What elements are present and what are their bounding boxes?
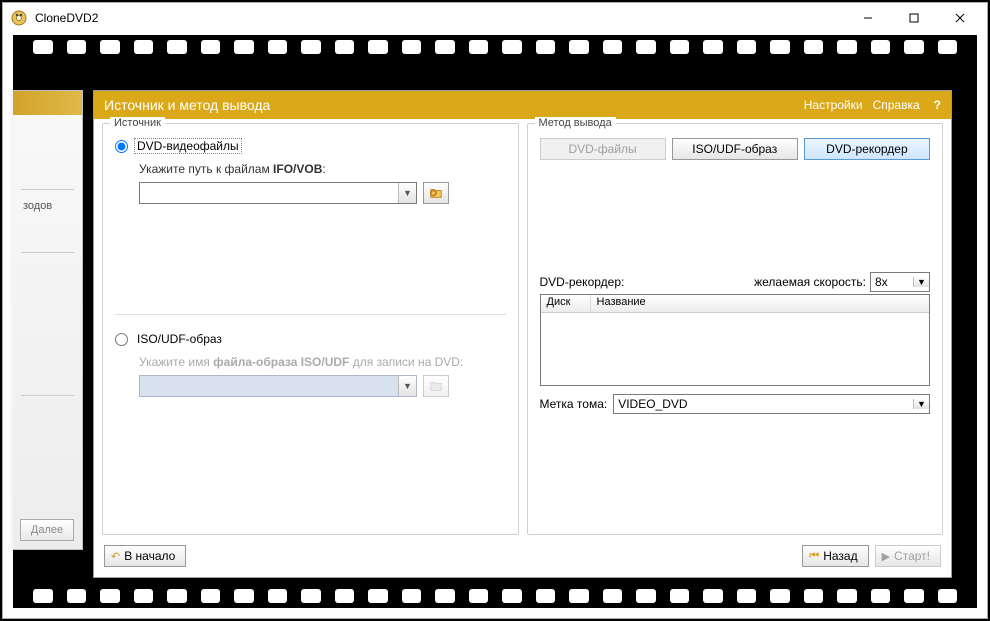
tab-dvd-recorder[interactable]: DVD-рекордер bbox=[804, 138, 930, 160]
film-frame: зодов Далее Источник и метод вывода Наст… bbox=[13, 35, 977, 608]
app-icon bbox=[11, 10, 27, 26]
browse-iso-button bbox=[423, 375, 449, 397]
radio-iso[interactable] bbox=[115, 333, 128, 346]
titlebar: CloneDVD2 bbox=[3, 3, 987, 33]
wizard-header: Источник и метод вывода Настройки Справк… bbox=[94, 91, 951, 119]
speed-value: 8x bbox=[871, 275, 913, 289]
settings-link[interactable]: Настройки bbox=[804, 98, 863, 112]
play-icon: ▶ bbox=[882, 550, 890, 563]
radio-dvd-files-label[interactable]: DVD-видеофайлы bbox=[134, 138, 242, 154]
start-button: ▶ Старт! bbox=[875, 545, 941, 567]
browse-dvd-files-button[interactable] bbox=[423, 182, 449, 204]
begin-button[interactable]: ↶ В начало bbox=[104, 545, 186, 567]
close-button[interactable] bbox=[937, 3, 983, 33]
volume-value: VIDEO_DVD bbox=[614, 397, 913, 411]
hint-iso: Укажите имя файла-образа ISO/UDF для зап… bbox=[139, 355, 506, 369]
next-button-behind: Далее bbox=[20, 519, 74, 541]
wizard-title: Источник и метод вывода bbox=[104, 97, 270, 113]
undo-arrow-icon: ↶ bbox=[111, 550, 120, 563]
help-link[interactable]: Справка bbox=[873, 98, 920, 112]
dropdown-arrow-icon[interactable]: ▼ bbox=[913, 277, 929, 287]
iso-path-combo: ▼ bbox=[139, 375, 417, 397]
wizard-card-main: Источник и метод вывода Настройки Справк… bbox=[93, 90, 952, 578]
back-card-text: зодов bbox=[13, 196, 82, 216]
recorder-table[interactable]: Диск Название bbox=[540, 294, 931, 386]
dvd-files-path-combo[interactable]: ▼ bbox=[139, 182, 417, 204]
skip-back-icon: ⏮ bbox=[809, 550, 819, 563]
output-legend: Метод вывода bbox=[535, 117, 616, 129]
back-button[interactable]: ⏮ Назад bbox=[802, 545, 868, 567]
minimize-button[interactable] bbox=[845, 3, 891, 33]
wizard-card-behind: зодов Далее bbox=[13, 90, 83, 550]
col-name[interactable]: Название bbox=[591, 295, 930, 312]
dropdown-arrow-icon: ▼ bbox=[398, 376, 416, 396]
tab-dvd-files: DVD-файлы bbox=[540, 138, 666, 160]
volume-combo[interactable]: VIDEO_DVD ▼ bbox=[613, 394, 930, 414]
help-question-icon[interactable]: ? bbox=[934, 98, 941, 112]
radio-iso-label[interactable]: ISO/UDF-образ bbox=[134, 331, 225, 347]
recorder-label: DVD-рекордер: bbox=[540, 275, 625, 289]
dropdown-arrow-icon[interactable]: ▼ bbox=[398, 183, 416, 203]
hint-dvd-files: Укажите путь к файлам IFO/VOB: bbox=[139, 162, 506, 176]
window-title: CloneDVD2 bbox=[35, 11, 845, 25]
output-panel: Метод вывода DVD-файлы ISO/UDF-образ DVD… bbox=[527, 123, 944, 535]
source-panel: Источник DVD-видеофайлы Укажите путь к ф… bbox=[102, 123, 519, 535]
maximize-button[interactable] bbox=[891, 3, 937, 33]
volume-label: Метка тома: bbox=[540, 397, 608, 411]
dvd-files-path-input[interactable] bbox=[140, 183, 398, 203]
speed-combo[interactable]: 8x ▼ bbox=[870, 272, 930, 292]
radio-dvd-files[interactable] bbox=[115, 140, 128, 153]
iso-path-input bbox=[140, 376, 398, 396]
dropdown-arrow-icon[interactable]: ▼ bbox=[913, 399, 929, 409]
speed-label: желаемая скорость: bbox=[754, 275, 866, 289]
source-legend: Источник bbox=[110, 117, 165, 129]
col-disc[interactable]: Диск bbox=[541, 295, 591, 312]
tab-iso[interactable]: ISO/UDF-образ bbox=[672, 138, 798, 160]
